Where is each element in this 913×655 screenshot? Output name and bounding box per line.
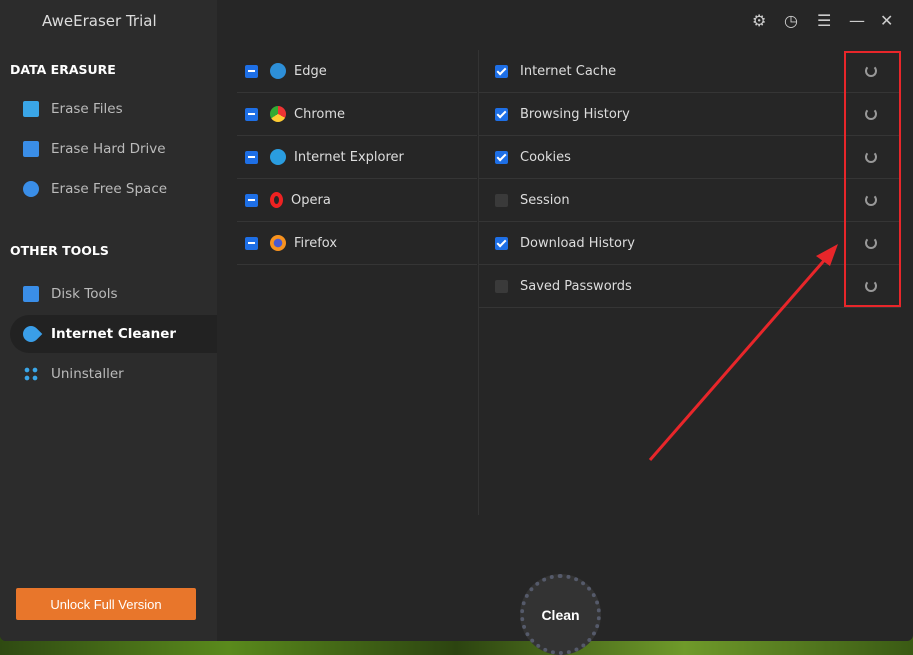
- clean-button[interactable]: Clean: [520, 574, 601, 655]
- annotation-arrow: [648, 244, 838, 461]
